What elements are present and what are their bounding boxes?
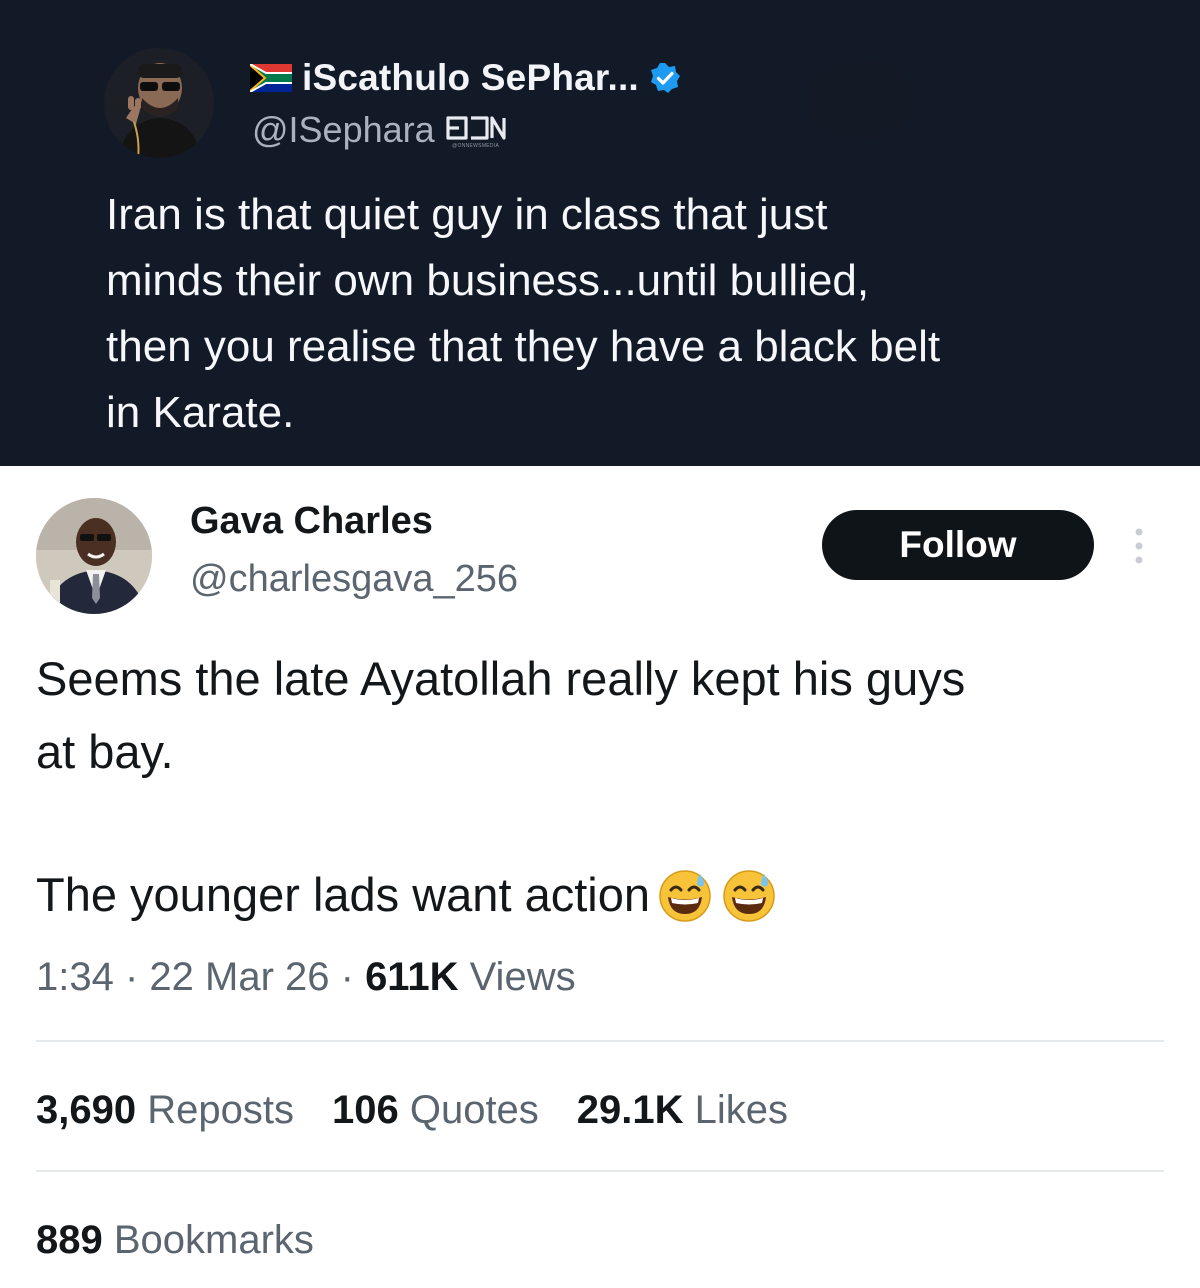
bookmarks-stat[interactable]: 889 Bookmarks bbox=[36, 1214, 314, 1266]
tweet-meta: 1:34 · 22 Mar 26 · 611K Views bbox=[36, 952, 576, 1002]
quoted-text-line: in Karate. bbox=[106, 388, 295, 437]
quoted-display-name[interactable]: iScathulo SePhar... bbox=[302, 57, 639, 99]
tweet-text-line: at bay. bbox=[36, 725, 174, 778]
quoted-name-row: iScathulo SePhar... bbox=[250, 56, 681, 100]
follow-button[interactable]: Follow bbox=[822, 510, 1094, 580]
divider bbox=[36, 1170, 1164, 1172]
quoted-handle-row: @ISephara @ONNEWSMEDIA bbox=[252, 108, 507, 152]
grinning-sweat-emoji bbox=[659, 869, 711, 922]
quotes-label: Quotes bbox=[398, 1088, 539, 1132]
tweet-text-line: The younger lads want action bbox=[36, 868, 650, 921]
display-name[interactable]: Gava Charles bbox=[190, 500, 433, 543]
quoted-tweet-card[interactable]: iScathulo SePhar... @ISephara @ONNEWSMED… bbox=[0, 0, 1200, 466]
tweet-text: Seems the late Ayatollah really kept his… bbox=[36, 642, 1176, 788]
reposts-stat[interactable]: 3,690 Reposts bbox=[36, 1084, 294, 1136]
reposts-count: 3,690 bbox=[36, 1088, 137, 1132]
watermark-text: @ONNEWSMEDIA bbox=[452, 142, 500, 149]
handle[interactable]: @charlesgava_256 bbox=[190, 558, 518, 601]
background-blur bbox=[770, 30, 950, 170]
avatar[interactable] bbox=[104, 48, 214, 158]
likes-stat[interactable]: 29.1K Likes bbox=[577, 1084, 788, 1136]
separator: · bbox=[329, 955, 366, 999]
avatar-image bbox=[104, 48, 214, 158]
avatar-image bbox=[36, 498, 152, 614]
divider bbox=[36, 1040, 1164, 1042]
more-vertical-icon[interactable] bbox=[1126, 524, 1152, 568]
views-label: Views bbox=[458, 955, 576, 999]
tweet-text-line: Seems the late Ayatollah really kept his… bbox=[36, 652, 966, 705]
avatar[interactable] bbox=[36, 498, 152, 614]
south-africa-flag-icon bbox=[250, 64, 292, 92]
bookmarks-label: Bookmarks bbox=[102, 1218, 314, 1262]
quotes-count: 106 bbox=[331, 1088, 399, 1132]
quoted-text-line: Iran is that quiet guy in class that jus… bbox=[106, 190, 828, 239]
quoted-text-line: then you realise that they have a black … bbox=[106, 322, 941, 371]
quoted-handle[interactable]: @ISephara bbox=[252, 109, 435, 151]
likes-count: 29.1K bbox=[576, 1088, 684, 1132]
reposts-label: Reposts bbox=[136, 1088, 294, 1132]
onnews-logo-icon bbox=[446, 115, 506, 140]
tweet-text-paragraph: The younger lads want action bbox=[36, 858, 1176, 931]
separator: · bbox=[113, 955, 150, 999]
views-count: 611K bbox=[365, 955, 459, 999]
quoted-tweet-text: Iran is that quiet guy in class that jus… bbox=[106, 182, 1126, 446]
likes-label: Likes bbox=[683, 1088, 789, 1132]
engagement-stats: 3,690 Reposts 106 Quotes 29.1K Likes bbox=[36, 1084, 788, 1136]
tweet-time[interactable]: 1:34 bbox=[36, 955, 114, 999]
bookmarks-count: 889 bbox=[36, 1218, 103, 1262]
watermark: @ONNEWSMEDIA bbox=[445, 112, 507, 149]
quoted-text-line: minds their own business...until bullied… bbox=[106, 256, 870, 305]
verified-badge-icon bbox=[650, 63, 680, 93]
tweet-date[interactable]: 22 Mar 26 bbox=[149, 955, 329, 999]
quotes-stat[interactable]: 106 Quotes bbox=[332, 1084, 539, 1136]
grinning-sweat-emoji bbox=[723, 869, 775, 922]
